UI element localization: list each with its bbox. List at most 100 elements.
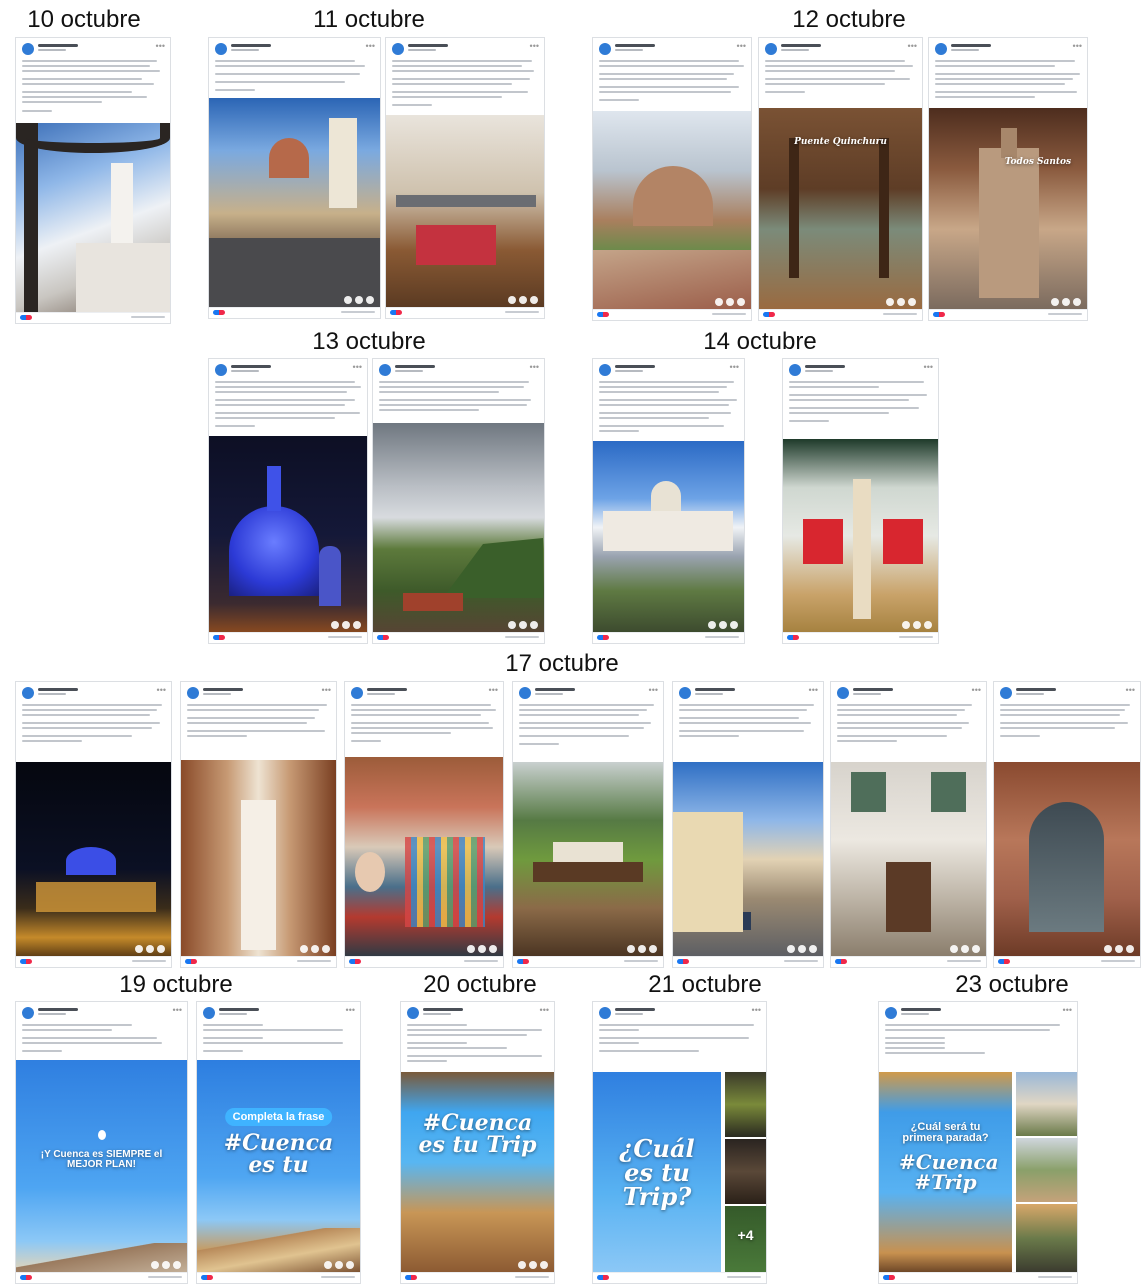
comments-count[interactable] (784, 960, 818, 962)
facebook-post-card[interactable]: ••• Completa la frase #Cuenca es tu (196, 1001, 361, 1284)
reactions-icon[interactable] (20, 1275, 32, 1280)
reactions-icon[interactable] (763, 312, 775, 317)
more-options-icon[interactable]: ••• (908, 42, 917, 51)
facebook-post-card[interactable]: ••• ¡Y Cuenca es SIEMPRE el MEJOR PLAN! (15, 1001, 188, 1284)
more-options-icon[interactable]: ••• (173, 1006, 182, 1015)
more-options-icon[interactable]: ••• (1063, 1006, 1072, 1015)
post-image-forest-table[interactable] (513, 762, 663, 957)
facebook-post-card[interactable]: ••• (208, 37, 381, 319)
facebook-post-card[interactable]: ••• (208, 358, 368, 644)
more-options-icon[interactable]: ••• (157, 686, 166, 695)
post-image-colonial-window[interactable] (831, 762, 986, 957)
post-image-plaza-dome[interactable] (593, 441, 744, 633)
post-image-cathedral-door[interactable] (994, 762, 1140, 957)
facebook-post-card[interactable]: ••• (344, 681, 504, 968)
more-options-icon[interactable]: ••• (156, 42, 165, 51)
comments-count[interactable] (947, 960, 981, 962)
post-thumb-mountains[interactable] (725, 1139, 766, 1204)
post-image-wooden-bridge[interactable]: Puente Quinchuru (759, 108, 922, 310)
comments-count[interactable] (705, 636, 739, 638)
post-image-cathedral-street[interactable] (209, 98, 380, 308)
reactions-icon[interactable] (998, 959, 1010, 964)
more-options-icon[interactable]: ••• (489, 686, 498, 695)
post-image-blue-ad[interactable]: ¡Y Cuenca es SIEMPRE el MEJOR PLAN! (16, 1060, 187, 1273)
reactions-icon[interactable] (597, 312, 609, 317)
comments-count[interactable] (1101, 960, 1135, 962)
reactions-icon[interactable] (405, 1275, 417, 1280)
more-options-icon[interactable]: ••• (752, 1006, 761, 1015)
more-options-icon[interactable]: ••• (737, 42, 746, 51)
post-thumb-church-towers[interactable] (1016, 1072, 1077, 1136)
facebook-post-card[interactable]: ••• (672, 681, 824, 968)
facebook-post-card[interactable]: ••• ¿Cuál es tu Trip? +4 (592, 1001, 767, 1284)
reactions-icon[interactable] (349, 959, 361, 964)
comments-count[interactable] (321, 1276, 355, 1278)
comments-count[interactable] (132, 960, 166, 962)
facebook-post-card[interactable]: ••• (512, 681, 664, 968)
comments-count[interactable] (464, 960, 498, 962)
facebook-post-card[interactable]: ••• (993, 681, 1141, 968)
reactions-icon[interactable] (390, 310, 402, 315)
more-options-icon[interactable]: ••• (366, 42, 375, 51)
more-options-icon[interactable]: ••• (972, 686, 981, 695)
comments-count[interactable] (899, 636, 933, 638)
post-image-completa-frase[interactable]: Completa la frase #Cuenca es tu (197, 1060, 360, 1273)
post-image-cual-es-tu-trip[interactable]: ¿Cuál es tu Trip? (593, 1072, 721, 1273)
post-image-stone-corridor[interactable] (181, 760, 336, 957)
facebook-post-card[interactable]: ••• (372, 358, 545, 644)
more-options-icon[interactable]: ••• (530, 42, 539, 51)
post-image-tram-interior[interactable] (783, 439, 938, 633)
post-image-church-facade[interactable]: Todos Santos (929, 108, 1087, 310)
comments-count[interactable] (341, 311, 375, 313)
reactions-icon[interactable] (185, 959, 197, 964)
facebook-post-card[interactable]: ••• Puente Quinchuru (758, 37, 923, 321)
more-options-icon[interactable]: ••• (540, 1006, 549, 1015)
comments-count[interactable] (328, 636, 362, 638)
facebook-post-card[interactable]: ••• (782, 358, 939, 644)
more-options-icon[interactable]: ••• (924, 363, 933, 372)
facebook-post-card[interactable]: ••• (592, 37, 752, 321)
more-options-icon[interactable]: ••• (322, 686, 331, 695)
comments-count[interactable] (883, 313, 917, 315)
facebook-post-card[interactable]: ••• #Cuenca es tu Trip (400, 1001, 555, 1284)
reactions-icon[interactable] (677, 959, 689, 964)
reactions-icon[interactable] (835, 959, 847, 964)
reactions-icon[interactable] (787, 635, 799, 640)
post-image-colonial-street[interactable] (673, 762, 823, 957)
facebook-post-card[interactable]: ••• (385, 37, 545, 319)
more-options-icon[interactable]: ••• (530, 363, 539, 372)
facebook-post-card[interactable]: ••• (15, 681, 172, 968)
post-image-blue-domes-night[interactable] (209, 436, 367, 633)
post-image-crafts-market[interactable] (345, 757, 503, 957)
reactions-icon[interactable] (20, 959, 32, 964)
post-image-historic-building[interactable] (593, 111, 751, 310)
more-options-icon[interactable]: ••• (809, 686, 818, 695)
comments-count[interactable] (515, 1276, 549, 1278)
comments-count[interactable] (297, 960, 331, 962)
reactions-icon[interactable] (377, 635, 389, 640)
more-options-icon[interactable]: ••• (649, 686, 658, 695)
facebook-post-card[interactable]: ••• Todos Santos (928, 37, 1088, 321)
facebook-post-card[interactable]: ••• (15, 37, 171, 324)
more-options-icon[interactable]: ••• (1126, 686, 1135, 695)
reactions-icon[interactable] (213, 635, 225, 640)
post-thumb-cave[interactable] (725, 1072, 766, 1137)
more-options-icon[interactable]: ••• (1073, 42, 1082, 51)
comments-count[interactable] (131, 316, 165, 318)
facebook-post-card[interactable]: ••• (830, 681, 987, 968)
reactions-icon[interactable] (883, 1275, 895, 1280)
post-thumb-valley[interactable] (1016, 1138, 1077, 1202)
post-image-cuenca-es-tu-trip[interactable]: #Cuenca es tu Trip (401, 1072, 554, 1273)
comments-count[interactable] (624, 960, 658, 962)
more-options-icon[interactable]: ••• (346, 1006, 355, 1015)
post-image-city-night[interactable] (16, 762, 171, 957)
facebook-post-card[interactable]: ••• (180, 681, 337, 968)
post-image-riverside-bridge[interactable] (373, 423, 544, 633)
more-options-icon[interactable]: ••• (353, 363, 362, 372)
reactions-icon[interactable] (20, 315, 32, 320)
reactions-icon[interactable] (213, 310, 225, 315)
comments-count[interactable] (1038, 1276, 1072, 1278)
post-image-restaurant[interactable] (386, 115, 544, 308)
post-image-church-arch[interactable] (16, 123, 170, 313)
facebook-post-card[interactable]: ••• ¿Cuál será tu primera parada? #Cuenc… (878, 1001, 1078, 1284)
